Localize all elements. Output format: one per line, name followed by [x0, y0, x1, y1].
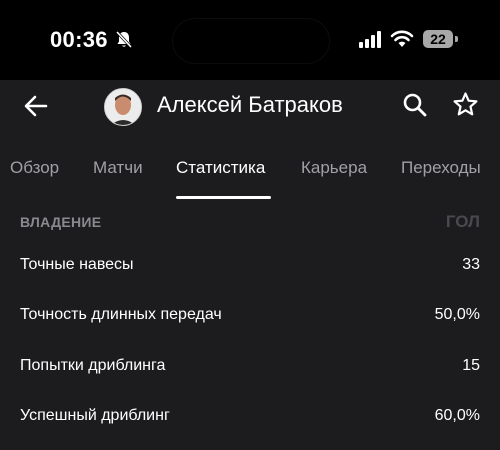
section-title: ВЛАДЕНИЕ — [20, 214, 102, 230]
stat-value: 15 — [462, 357, 480, 374]
stat-value: 50,0% — [434, 306, 480, 323]
search-icon[interactable] — [402, 92, 428, 118]
stats-panel[interactable]: ВЛАДЕНИЕ ГОЛ Точные навесы 33 Точность д… — [0, 202, 500, 450]
tab-statistics[interactable]: Статистика — [176, 158, 265, 178]
stat-label: Успешный дриблинг — [20, 407, 170, 424]
battery-icon: 22 — [423, 30, 453, 48]
back-arrow-icon[interactable] — [22, 92, 50, 120]
bell-off-icon — [115, 30, 133, 49]
stat-value: 60,0% — [434, 407, 480, 424]
avatar — [104, 88, 142, 126]
stat-label: Попытки дриблинга — [20, 357, 166, 374]
section-right-label: ГОЛ — [445, 212, 480, 231]
stat-row: Точность длинных передач 50,0% — [0, 296, 500, 336]
battery-level: 22 — [430, 31, 446, 47]
active-tab-indicator — [176, 196, 271, 199]
page-title: Алексей Батраков — [157, 92, 343, 117]
player-photo — [105, 89, 141, 125]
star-icon[interactable] — [452, 91, 479, 118]
status-bar: 00:36 22 — [0, 0, 500, 80]
stat-row: Точные навесы 33 — [0, 246, 500, 286]
tab-overview[interactable]: Обзор — [10, 158, 59, 178]
dynamic-island — [172, 18, 330, 64]
status-time: 00:36 — [50, 27, 108, 52]
player-header: Алексей Батраков Обзор Матчи Статистика … — [0, 80, 500, 202]
signal-icon — [359, 31, 381, 48]
tab-matches[interactable]: Матчи — [93, 158, 143, 178]
tab-transfers[interactable]: Переходы — [401, 158, 481, 178]
tab-bar: Обзор Матчи Статистика Карьера Переходы — [0, 154, 500, 202]
stat-label: Точные навесы — [20, 256, 134, 273]
stat-label: Точность длинных передач — [20, 306, 222, 323]
tab-career[interactable]: Карьера — [301, 158, 367, 178]
stat-value: 33 — [462, 256, 480, 273]
battery-cap — [455, 36, 458, 42]
wifi-icon — [390, 30, 414, 47]
stat-row: Успешный дриблинг 60,0% — [0, 397, 500, 437]
stat-row: Попытки дриблинга 15 — [0, 347, 500, 387]
